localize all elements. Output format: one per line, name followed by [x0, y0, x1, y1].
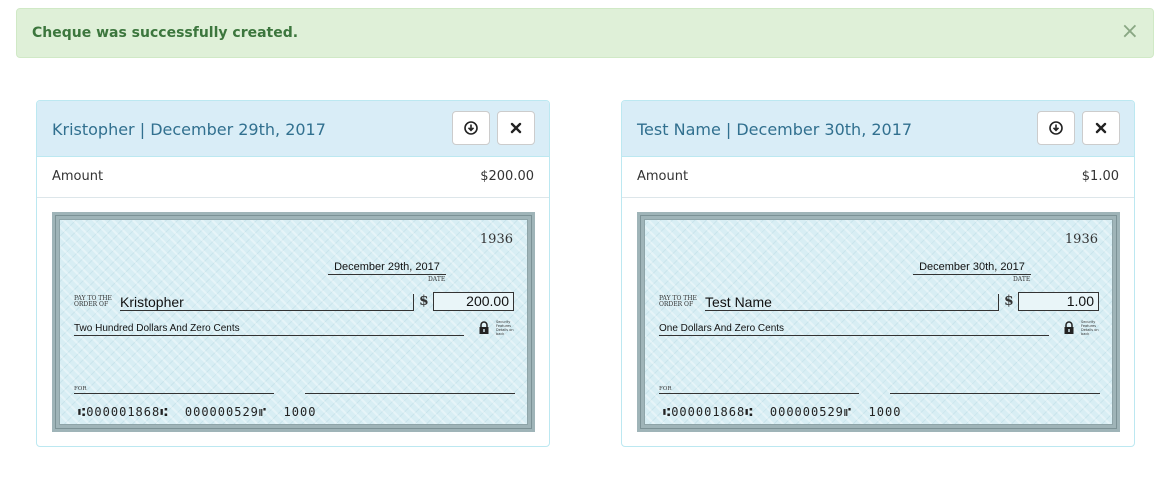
cheque-image: 1936 December 30th, 2017 DATE PAY TO THE… — [637, 212, 1120, 432]
memo-line — [74, 393, 274, 394]
cheque-amount-box: 1.00 — [1018, 292, 1099, 311]
memo-line — [659, 393, 859, 394]
download-circle-icon — [464, 121, 478, 135]
lock-icon — [479, 321, 489, 334]
panel-heading: Test Name | December 30th, 2017 — [622, 101, 1134, 157]
download-circle-icon — [1049, 121, 1063, 135]
cheque-inner-border: 1936 December 29th, 2017 DATE PAY TO THE… — [59, 219, 528, 425]
cheque-payee: Kristopher — [120, 294, 414, 311]
cheque-image: 1936 December 29th, 2017 DATE PAY TO THE… — [52, 212, 535, 432]
amount-label: Amount — [637, 169, 689, 184]
panel-title: Kristopher | December 29th, 2017 — [52, 120, 326, 139]
pay-to-label-line2: ORDER OF — [74, 301, 109, 308]
cheque-body: 1936 December 30th, 2017 DATE PAY TO THE… — [637, 212, 1120, 432]
pay-to-label-line2: ORDER OF — [659, 301, 694, 308]
panel-title: Test Name | December 30th, 2017 — [637, 120, 913, 139]
lock-icon — [1064, 321, 1074, 334]
cheque-panel: Kristopher | December 29th, 2017 Amount … — [36, 100, 550, 447]
amount-row: Amount $200.00 — [37, 157, 549, 198]
currency-symbol: $ — [419, 293, 429, 309]
panel-heading: Kristopher | December 29th, 2017 — [37, 101, 549, 157]
cheque-amount-words: Two Hundred Dollars And Zero Cents — [74, 323, 464, 336]
cheque-number: 1936 — [479, 232, 513, 247]
cheque-payee: Test Name — [705, 294, 999, 311]
amount-value: $200.00 — [480, 169, 534, 184]
cheque-body: 1936 December 29th, 2017 DATE PAY TO THE… — [52, 212, 535, 432]
cheque-number: 1936 — [1064, 232, 1098, 247]
micr-line: ⑆000001868⑆ 000000529⑈ 1000 — [663, 405, 902, 419]
cheque-amount-box: 200.00 — [433, 292, 514, 311]
close-x-icon — [510, 122, 522, 134]
amount-value: $1.00 — [1081, 169, 1119, 184]
cheque-inner-border: 1936 December 30th, 2017 DATE PAY TO THE… — [644, 219, 1113, 425]
amount-label: Amount — [52, 169, 104, 184]
signature-line — [890, 393, 1100, 394]
for-label: FOR — [659, 386, 672, 392]
micr-line: ⑆000001868⑆ 000000529⑈ 1000 — [78, 405, 317, 419]
download-button[interactable] — [1037, 111, 1075, 145]
cheque-date-label: DATE — [428, 276, 446, 283]
security-features-note: Security Features Details on back — [1081, 320, 1099, 336]
currency-symbol: $ — [1004, 293, 1014, 309]
pay-to-label: PAY TO THE ORDER OF — [74, 296, 112, 308]
alert-message: Cheque was successfully created. — [32, 25, 299, 41]
signature-line — [305, 393, 515, 394]
download-button[interactable] — [452, 111, 490, 145]
security-features-note: Security Features Details on back — [496, 320, 514, 336]
close-x-icon — [1095, 122, 1107, 134]
cheque-date-label: DATE — [1013, 276, 1031, 283]
cheque-panel: Test Name | December 30th, 2017 Amount $… — [621, 100, 1135, 447]
pay-to-label: PAY TO THE ORDER OF — [659, 296, 697, 308]
cheque-amount-words: One Dollars And Zero Cents — [659, 323, 1049, 336]
for-label: FOR — [74, 386, 87, 392]
amount-row: Amount $1.00 — [622, 157, 1134, 198]
cheque-date: December 29th, 2017 — [328, 261, 446, 275]
delete-button[interactable] — [497, 111, 535, 145]
cheque-date: December 30th, 2017 — [913, 261, 1031, 275]
success-alert: Cheque was successfully created. × — [16, 8, 1154, 58]
delete-button[interactable] — [1082, 111, 1120, 145]
alert-close-button[interactable]: × — [1121, 21, 1139, 43]
